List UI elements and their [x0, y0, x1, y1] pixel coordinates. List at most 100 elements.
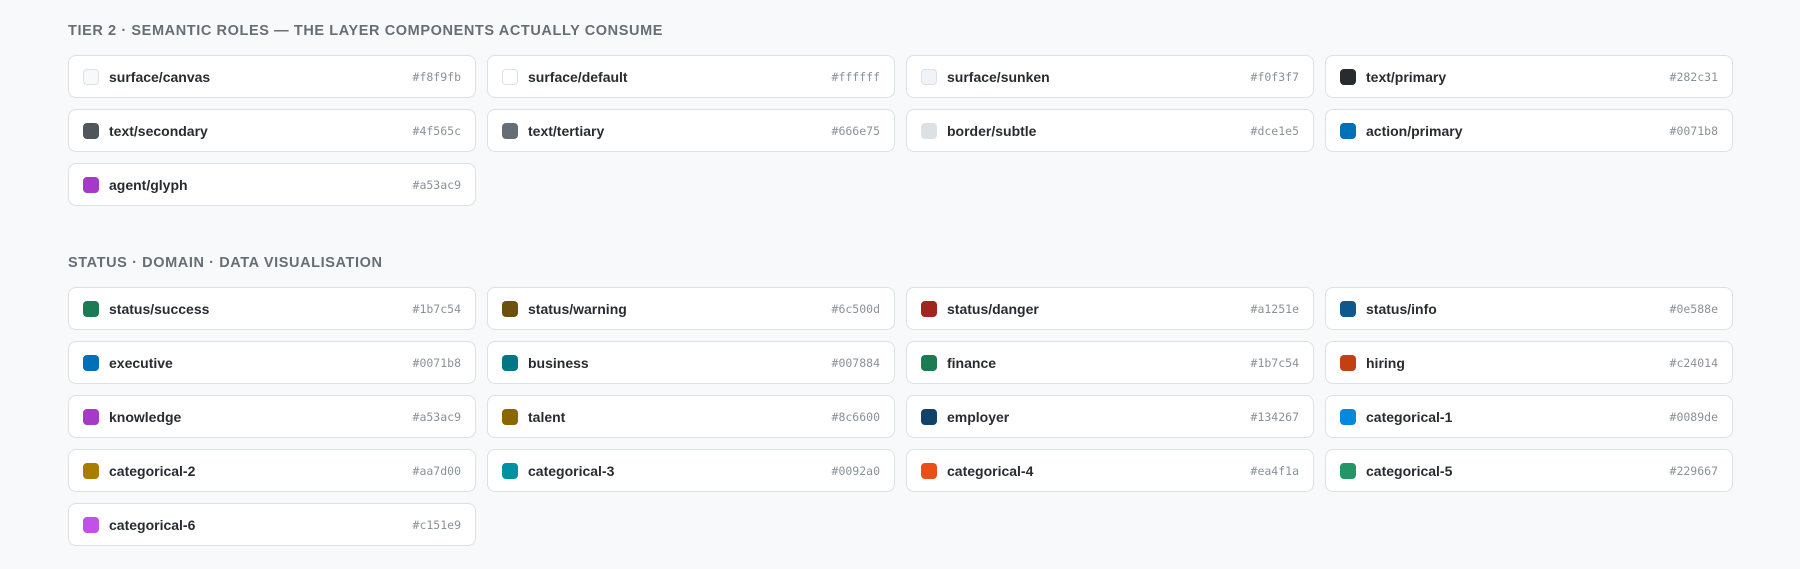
- token-hex: #dce1e5: [1250, 123, 1299, 138]
- token-card[interactable]: status/warning #6c500d: [487, 287, 895, 330]
- status-domain-section: STATUS · DOMAIN · DATA VISUALISATION sta…: [68, 254, 1733, 546]
- color-swatch: [502, 408, 518, 425]
- token-name: status/warning: [528, 300, 627, 317]
- token-card[interactable]: surface/sunken #f0f3f7: [906, 55, 1314, 98]
- token-card[interactable]: agent/glyph #a53ac9: [68, 163, 476, 206]
- token-hex: #a53ac9: [412, 177, 461, 192]
- color-swatch: [921, 122, 937, 139]
- token-card[interactable]: executive #0071b8: [68, 341, 476, 384]
- token-hex: #ea4f1a: [1250, 463, 1299, 478]
- token-name: knowledge: [109, 408, 182, 425]
- token-name: categorical-1: [1366, 408, 1453, 425]
- color-swatch: [1340, 354, 1356, 371]
- color-swatch: [502, 354, 518, 371]
- token-name: categorical-4: [947, 462, 1034, 479]
- token-hex: #1b7c54: [412, 301, 461, 316]
- token-hex: #1b7c54: [1250, 355, 1299, 370]
- token-name: categorical-6: [109, 516, 196, 533]
- token-card[interactable]: talent #8c6600: [487, 395, 895, 438]
- color-swatch: [1340, 462, 1356, 479]
- token-hex: #8c6600: [831, 409, 880, 424]
- color-swatch: [83, 408, 99, 425]
- token-card[interactable]: text/tertiary #666e75: [487, 109, 895, 152]
- token-name: executive: [109, 354, 173, 371]
- color-swatch: [921, 408, 937, 425]
- color-swatch: [921, 354, 937, 371]
- token-card[interactable]: categorical-2 #aa7d00: [68, 449, 476, 492]
- color-swatch: [502, 462, 518, 479]
- section-title: STATUS · DOMAIN · DATA VISUALISATION: [68, 255, 383, 271]
- color-swatch: [502, 300, 518, 317]
- color-swatch: [1340, 300, 1356, 317]
- token-card[interactable]: categorical-5 #229667: [1325, 449, 1733, 492]
- token-name: text/tertiary: [528, 122, 605, 139]
- token-name: text/primary: [1366, 68, 1447, 85]
- token-card[interactable]: status/success #1b7c54: [68, 287, 476, 330]
- token-name: status/info: [1366, 300, 1437, 317]
- token-name: finance: [947, 354, 997, 371]
- color-swatch: [83, 462, 99, 479]
- color-swatch: [502, 68, 518, 85]
- token-name: action/primary: [1366, 122, 1463, 139]
- semantic-roles-section: TIER 2 · SEMANTIC ROLES — THE LAYER COMP…: [68, 22, 1733, 206]
- token-hex: #229667: [1669, 463, 1718, 478]
- token-hex: #6c500d: [831, 301, 880, 316]
- token-card[interactable]: status/info #0e588e: [1325, 287, 1733, 330]
- token-name: text/secondary: [109, 122, 208, 139]
- token-hex: #4f565c: [412, 123, 461, 138]
- token-hex: #282c31: [1669, 69, 1718, 84]
- token-name: surface/default: [528, 68, 628, 85]
- token-hex: #0092a0: [831, 463, 880, 478]
- token-hex: #0089de: [1669, 409, 1718, 424]
- token-hex: #c24014: [1669, 355, 1718, 370]
- token-hex: #a1251e: [1250, 301, 1299, 316]
- token-card[interactable]: border/subtle #dce1e5: [906, 109, 1314, 152]
- token-card[interactable]: surface/canvas #f8f9fb: [68, 55, 476, 98]
- token-hex: #a53ac9: [412, 409, 461, 424]
- token-name: categorical-5: [1366, 462, 1453, 479]
- color-swatch: [921, 300, 937, 317]
- token-card[interactable]: employer #134267: [906, 395, 1314, 438]
- token-name: surface/canvas: [109, 68, 211, 85]
- token-hex: #aa7d00: [412, 463, 461, 478]
- section-title: TIER 2 · SEMANTIC ROLES — THE LAYER COMP…: [68, 23, 664, 39]
- token-card[interactable]: text/primary #282c31: [1325, 55, 1733, 98]
- token-card[interactable]: hiring #c24014: [1325, 341, 1733, 384]
- token-hex: #134267: [1250, 409, 1299, 424]
- token-card[interactable]: categorical-4 #ea4f1a: [906, 449, 1314, 492]
- token-card[interactable]: categorical-3 #0092a0: [487, 449, 895, 492]
- token-card[interactable]: surface/default #ffffff: [487, 55, 895, 98]
- token-name: agent/glyph: [109, 176, 188, 193]
- token-card[interactable]: status/danger #a1251e: [906, 287, 1314, 330]
- token-card[interactable]: categorical-1 #0089de: [1325, 395, 1733, 438]
- token-hex: #007884: [831, 355, 880, 370]
- color-swatch: [83, 354, 99, 371]
- color-swatch: [921, 68, 937, 85]
- color-swatch: [83, 122, 99, 139]
- token-name: hiring: [1366, 354, 1405, 371]
- token-name: talent: [528, 408, 566, 425]
- token-card[interactable]: action/primary #0071b8: [1325, 109, 1733, 152]
- token-name: status/success: [109, 300, 210, 317]
- token-card[interactable]: knowledge #a53ac9: [68, 395, 476, 438]
- token-card[interactable]: business #007884: [487, 341, 895, 384]
- token-hex: #f8f9fb: [412, 69, 461, 84]
- token-hex: #666e75: [831, 123, 880, 138]
- color-swatch: [1340, 408, 1356, 425]
- token-hex: #0e588e: [1669, 301, 1718, 316]
- token-card[interactable]: text/secondary #4f565c: [68, 109, 476, 152]
- token-hex: #ffffff: [831, 69, 880, 84]
- token-name: surface/sunken: [947, 68, 1050, 85]
- color-swatch: [1340, 122, 1356, 139]
- token-name: employer: [947, 408, 1010, 425]
- token-card[interactable]: categorical-6 #c151e9: [68, 503, 476, 546]
- color-swatch: [83, 516, 99, 533]
- token-card[interactable]: finance #1b7c54: [906, 341, 1314, 384]
- token-hex: #0071b8: [412, 355, 461, 370]
- token-hex: #f0f3f7: [1250, 69, 1299, 84]
- token-name: categorical-2: [109, 462, 196, 479]
- color-swatch: [1340, 68, 1356, 85]
- token-hex: #0071b8: [1669, 123, 1718, 138]
- token-name: status/danger: [947, 300, 1039, 317]
- color-swatch: [83, 300, 99, 317]
